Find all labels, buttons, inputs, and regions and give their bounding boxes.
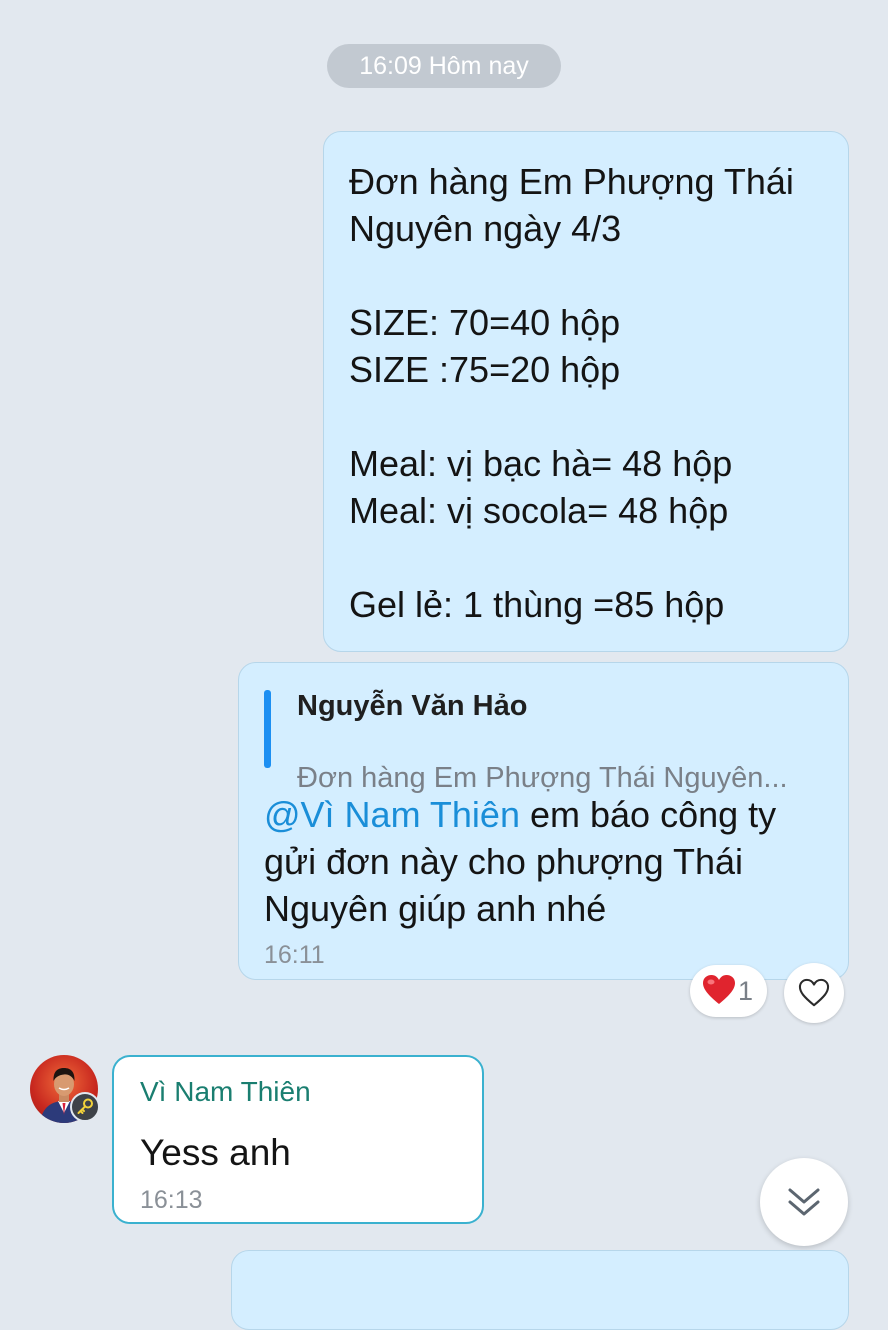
sender-name[interactable]: Vì Nam Thiên bbox=[140, 1075, 311, 1109]
order-line bbox=[349, 393, 828, 440]
incoming-time: 16:13 bbox=[140, 1186, 203, 1214]
order-line: SIZE :75=20 hộp bbox=[349, 349, 621, 390]
order-line: Gel lẻ: 1 thùng =85 hộp bbox=[349, 584, 725, 625]
reaction-summary[interactable]: 1 bbox=[690, 965, 767, 1017]
order-line bbox=[349, 252, 828, 299]
order-message-bubble[interactable]: Đơn hàng Em Phượng Thái Nguyên ngày 4/3 … bbox=[323, 131, 849, 652]
reply-message-text: @Vì Nam Thiên em báo công ty gửi đơn này… bbox=[264, 791, 834, 932]
incoming-message-text: Yess anh bbox=[140, 1132, 291, 1173]
order-line: Meal: vị bạc hà= 48 hộp bbox=[349, 443, 733, 484]
reaction-count: 1 bbox=[738, 976, 754, 1006]
react-button[interactable] bbox=[784, 963, 844, 1023]
next-message-bubble[interactable] bbox=[231, 1250, 849, 1330]
order-line: Đơn hàng Em Phượng Thái bbox=[349, 161, 794, 202]
order-line: Nguyên ngày 4/3 bbox=[349, 208, 622, 249]
heart-outline-icon bbox=[798, 978, 830, 1007]
quote-author: Nguyễn Văn Hảo bbox=[297, 690, 528, 722]
date-separator: 16:09 Hôm nay bbox=[327, 44, 561, 88]
quote-bar bbox=[264, 690, 271, 768]
key-badge bbox=[70, 1092, 100, 1122]
chat-view: 16:09 Hôm nay Đơn hàng Em Phượng Thái Ng… bbox=[0, 0, 888, 1330]
reply-time: 16:11 bbox=[264, 941, 325, 969]
heart-icon bbox=[703, 975, 735, 1004]
incoming-message-bubble[interactable]: Vì Nam Thiên Yess anh 16:13 bbox=[112, 1055, 484, 1224]
order-line bbox=[349, 534, 828, 581]
order-line: Meal: vị socola= 48 hộp bbox=[349, 490, 729, 531]
scroll-to-bottom-button[interactable] bbox=[760, 1158, 848, 1246]
order-message-text: Đơn hàng Em Phượng Thái Nguyên ngày 4/3 … bbox=[349, 158, 828, 628]
reply-message-bubble[interactable]: Nguyễn Văn Hảo Đơn hàng Em Phượng Thái N… bbox=[238, 662, 849, 980]
double-chevron-down-icon bbox=[788, 1188, 820, 1216]
mention-link[interactable]: @Vì Nam Thiên bbox=[264, 794, 520, 835]
order-line: SIZE: 70=40 hộp bbox=[349, 302, 621, 343]
key-icon bbox=[77, 1098, 93, 1114]
quoted-message[interactable]: Nguyễn Văn Hảo Đơn hàng Em Phượng Thái N… bbox=[264, 687, 824, 794]
